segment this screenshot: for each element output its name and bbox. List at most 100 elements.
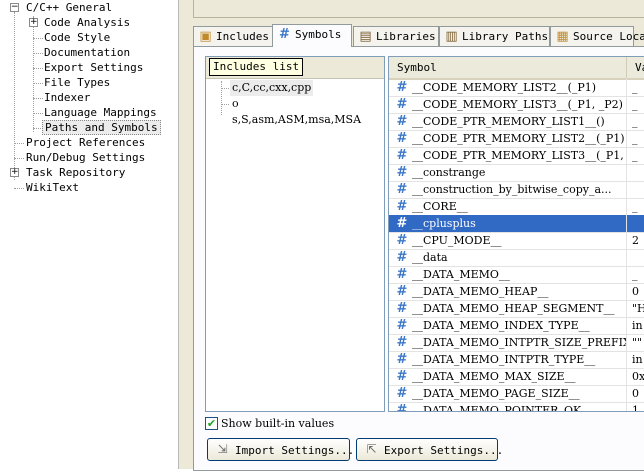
table-row[interactable]: # __data [389,249,644,267]
language-item[interactable]: o [230,96,241,112]
table-row[interactable]: # __CODE_MEMORY_LIST2__(_P1) _ [389,79,644,97]
hash-icon: # [396,199,408,214]
hash-icon: # [396,165,408,180]
hash-icon: # [396,318,408,333]
tree-item-cpp-general[interactable]: C/C++ General [24,0,114,15]
table-row[interactable]: # __DATA_MEMO__ _ [389,266,644,284]
languages-list[interactable]: Includes list c,C,cc,cxx,cpp o s,S,asm,A… [205,56,385,412]
symbol-name: __DATA_MEMO_HEAP_SEGMENT__ [412,302,615,315]
tree-item-label: Code Style [44,31,111,44]
tab-libraries[interactable]: ▤ Libraries [353,26,439,46]
tree-item-file-types[interactable]: File Types [42,75,112,90]
table-row[interactable]: # __CODE_PTR_MEMORY_LIST3__(_P1, _P2) _ [389,147,644,165]
hash-icon: # [396,403,408,412]
hash-icon: # [396,216,408,231]
symbol-name: __construction_by_bitwise_copy_a... [412,183,612,196]
show-built-in-checkbox[interactable]: ✔ [205,417,218,430]
table-row[interactable]: # __DATA_MEMO_INTPTR_TYPE__ in [389,351,644,369]
configuration-area [193,0,644,18]
tab-includes[interactable]: ▣ Includes [193,26,277,46]
tree-item-code-style[interactable]: Code Style [42,30,112,45]
export-settings-button[interactable]: ⇱ Export Settings... [356,438,503,461]
symbol-value: in [632,319,643,332]
symbol-value: _ [632,132,638,145]
table-row[interactable]: # __CPU_MODE__ 2 [389,232,644,250]
tab-label: Library Paths [462,30,549,43]
tab-source-location[interactable]: ▦ Source Loca [550,26,644,46]
tree-item-indexer[interactable]: Indexer [42,90,92,105]
table-row[interactable]: # __DATA_MEMO_HEAP__ 0 [389,283,644,301]
table-row[interactable]: # __DATA_MEMO_PAGE_SIZE__ 0 [389,385,644,403]
show-built-in-label: Show built-in values [221,417,335,430]
hash-icon: # [396,369,408,384]
import-settings-button[interactable]: ⇲ Import Settings... [207,438,354,461]
tree-item-export-settings[interactable]: Export Settings [42,60,145,75]
expand-icon[interactable]: + [29,18,38,27]
tree-item-label: File Types [44,76,111,89]
tree-item-label: Language Mappings [44,106,157,119]
tree-item-label: Run/Debug Settings [26,151,146,164]
column-header-symbol[interactable]: Symbol [389,57,627,78]
symbol-name: __cplusplus [412,217,476,230]
table-row[interactable]: # __cplusplus [389,215,644,233]
hash-icon: # [396,267,408,282]
button-label: Import Settings... [235,444,355,457]
tab-label: Libraries [376,30,436,43]
symbol-name: __DATA_MEMO_PAGE_SIZE__ [412,387,580,400]
languages-header: Includes list [206,57,384,79]
tree-connector [14,158,24,159]
tree-item-project-references[interactable]: Project References [24,135,147,150]
table-row[interactable]: # __DATA_MEMO_INDEX_TYPE__ in [389,317,644,335]
tree-item-task-repository[interactable]: Task Repository [24,165,127,180]
symbols-table[interactable]: Symbol Va # __CODE_MEMORY_LIST2__(_P1) _ # _… [388,56,644,412]
symbol-name: __DATA_MEMO_INTPTR_TYPE__ [412,353,596,366]
tree-item-code-analysis[interactable]: Code Analysis [42,15,132,30]
symbol-name: __DATA_MEMO_INTPTR_SIZE_PREFIX__ [412,336,626,349]
table-row[interactable]: # __CODE_MEMORY_LIST3__(_P1, _P2) _ [389,96,644,114]
tree-item-documentation[interactable]: Documentation [42,45,132,60]
table-row[interactable]: # __DATA_MEMO_HEAP_SEGMENT__ "H [389,300,644,318]
symbol-value: 0 [632,285,639,298]
tree-item-label: Paths and Symbols [42,120,161,135]
table-row[interactable]: # __constrange [389,164,644,182]
tree-item-label: C/C++ General [26,1,113,14]
tree-item-language-mappings[interactable]: Language Mappings [42,105,159,120]
table-row[interactable]: # __DATA_MEMO_INTPTR_SIZE_PREFIX__ "" [389,334,644,352]
table-row[interactable]: # __DATA_MEMO_MAX_SIZE__ 0x [389,368,644,386]
tree-item-label: Code Analysis [44,16,131,29]
table-row[interactable]: # __CORE__ _ [389,198,644,216]
symbol-value: _ [632,200,638,213]
language-item[interactable]: c,C,cc,cxx,cpp [230,80,314,96]
tree-item-label: Documentation [44,46,131,59]
hash-icon: # [396,233,408,248]
import-icon: ⇲ [217,442,228,456]
expand-icon[interactable]: + [10,168,19,177]
tab-library-paths[interactable]: ▥ Library Paths [439,26,550,46]
tab-symbols[interactable]: # Symbols [272,24,352,47]
table-row[interactable]: # __CODE_PTR_MEMORY_LIST1__() _ [389,113,644,131]
tab-label: Source Loca [573,30,644,43]
symbol-name: __DATA_MEMO_INDEX_TYPE__ [412,319,590,332]
tree-connector [221,81,222,115]
table-row[interactable]: # __construction_by_bitwise_copy_a... [389,181,644,199]
symbol-value: in [632,353,643,366]
table-row[interactable]: # __CODE_PTR_MEMORY_LIST2__(_P1) _ [389,130,644,148]
tree-connector [221,104,229,105]
tree-item-paths-and-symbols[interactable]: Paths and Symbols [42,120,161,135]
hash-icon: # [396,284,408,299]
table-row[interactable]: # __DATA_MEMO_POINTER_OK__ 1 [389,402,644,412]
includes-icon: ▣ [199,29,212,44]
symbol-name: __CODE_PTR_MEMORY_LIST2__(_P1) [412,132,625,145]
symbol-value: _ [632,81,638,94]
collapse-icon[interactable]: − [10,3,19,12]
hash-icon: # [396,335,408,350]
tree-connector [14,12,15,180]
tree-item-wikitext[interactable]: WikiText [24,180,81,195]
symbol-value: _ [632,98,638,111]
tab-bar: ▣ Includes # Symbols ▤ Libraries ▥ Libra… [193,24,644,47]
symbol-value: _ [632,115,638,128]
language-item[interactable]: s,S,asm,ASM,msa,MSA [230,112,363,128]
tree-item-run-debug-settings[interactable]: Run/Debug Settings [24,150,147,165]
column-header-value[interactable]: Va [627,57,644,78]
button-label: Export Settings... [384,444,504,457]
